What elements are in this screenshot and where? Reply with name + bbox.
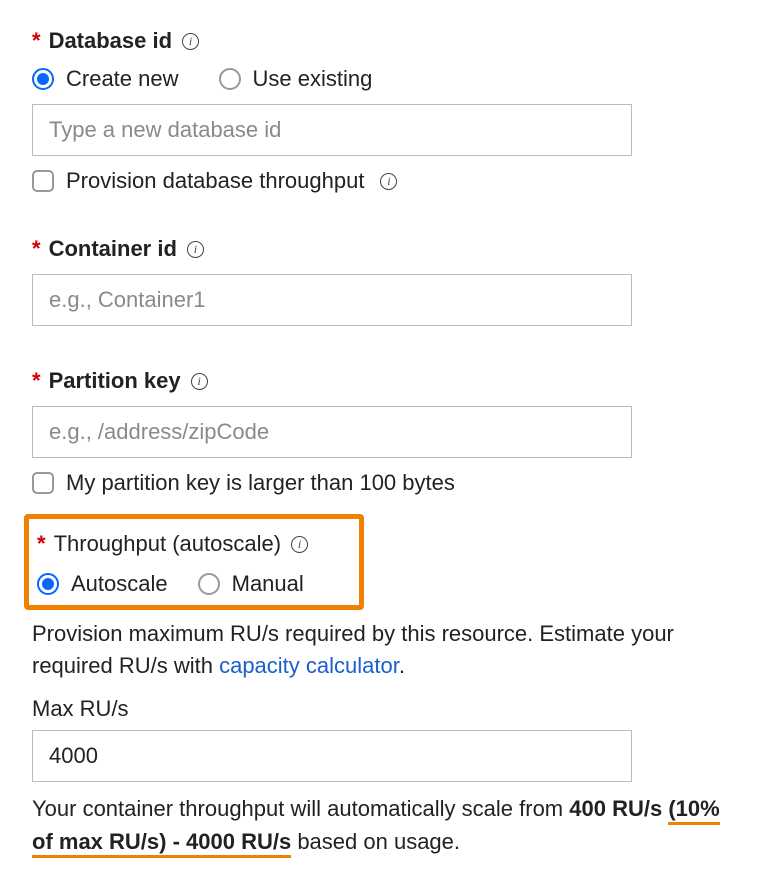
- partition-key-label-row: * Partition key i: [32, 368, 742, 394]
- database-mode-radio-group: Create new Use existing: [32, 66, 742, 92]
- radio-create-new[interactable]: Create new: [32, 66, 179, 92]
- radio-icon: [37, 573, 59, 595]
- radio-label: Create new: [66, 66, 179, 92]
- radio-label: Autoscale: [71, 571, 168, 597]
- capacity-calculator-link[interactable]: capacity calculator: [219, 653, 399, 678]
- required-marker: *: [37, 531, 46, 557]
- required-marker: *: [32, 28, 41, 54]
- info-icon[interactable]: i: [191, 373, 208, 390]
- throughput-label: Throughput (autoscale): [54, 531, 281, 557]
- info-icon[interactable]: i: [291, 536, 308, 553]
- radio-use-existing[interactable]: Use existing: [219, 66, 373, 92]
- throughput-mode-radio-group: Autoscale Manual: [37, 571, 351, 597]
- database-id-label-row: * Database id i: [32, 28, 742, 54]
- radio-icon: [198, 573, 220, 595]
- provision-throughput-checkbox-row[interactable]: Provision database throughput i: [32, 168, 742, 194]
- database-id-input[interactable]: [32, 104, 632, 156]
- container-id-label: Container id: [49, 236, 177, 262]
- radio-icon: [219, 68, 241, 90]
- scale-msg-suffix: based on usage.: [291, 829, 460, 854]
- checkbox-icon: [32, 472, 54, 494]
- large-partition-key-label: My partition key is larger than 100 byte…: [66, 470, 455, 496]
- partition-key-section: * Partition key i My partition key is la…: [32, 368, 742, 496]
- partition-key-label: Partition key: [49, 368, 181, 394]
- info-icon[interactable]: i: [182, 33, 199, 50]
- throughput-highlight-box: * Throughput (autoscale) i Autoscale Man…: [24, 514, 364, 610]
- provision-throughput-label: Provision database throughput: [66, 168, 364, 194]
- radio-icon: [32, 68, 54, 90]
- scale-message: Your container throughput will automatic…: [32, 792, 742, 858]
- desc-text-suffix: .: [399, 653, 405, 678]
- radio-label: Use existing: [253, 66, 373, 92]
- scale-msg-prefix: Your container throughput will automatic…: [32, 796, 569, 821]
- max-rus-input[interactable]: [32, 730, 632, 782]
- radio-manual[interactable]: Manual: [198, 571, 304, 597]
- required-marker: *: [32, 236, 41, 262]
- large-partition-key-checkbox-row[interactable]: My partition key is larger than 100 byte…: [32, 470, 742, 496]
- container-id-label-row: * Container id i: [32, 236, 742, 262]
- container-id-input[interactable]: [32, 274, 632, 326]
- throughput-label-row: * Throughput (autoscale) i: [37, 531, 351, 557]
- radio-label: Manual: [232, 571, 304, 597]
- database-id-label: Database id: [49, 28, 173, 54]
- throughput-description: Provision maximum RU/s required by this …: [32, 618, 742, 682]
- scale-range-part1: 400 RU/s: [569, 796, 668, 821]
- info-icon[interactable]: i: [187, 241, 204, 258]
- checkbox-icon: [32, 170, 54, 192]
- container-id-section: * Container id i: [32, 236, 742, 326]
- partition-key-input[interactable]: [32, 406, 632, 458]
- radio-autoscale[interactable]: Autoscale: [37, 571, 168, 597]
- max-rus-label: Max RU/s: [32, 696, 742, 722]
- database-id-section: * Database id i Create new Use existing …: [32, 28, 742, 194]
- required-marker: *: [32, 368, 41, 394]
- info-icon[interactable]: i: [380, 173, 397, 190]
